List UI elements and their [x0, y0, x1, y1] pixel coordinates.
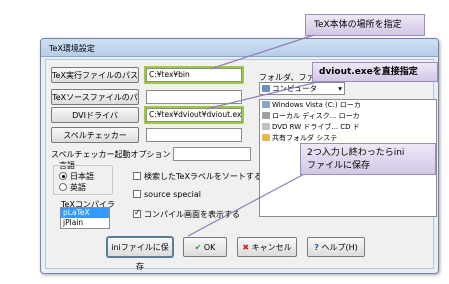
- arrow-line: [205, 78, 331, 110]
- callout-dviout-direct: dviout.exeを直接指定: [312, 62, 438, 82]
- arrow-line: [209, 34, 315, 70]
- arrow-line: [187, 171, 309, 237]
- callout-save-line1: 2つ入力し終わったらini: [307, 148, 405, 158]
- callout-save-line2: ファイルに保存: [307, 161, 371, 171]
- callout-arrows: [187, 34, 331, 237]
- callout-save-note: 2つ入力し終わったらini ファイルに保存: [300, 143, 436, 175]
